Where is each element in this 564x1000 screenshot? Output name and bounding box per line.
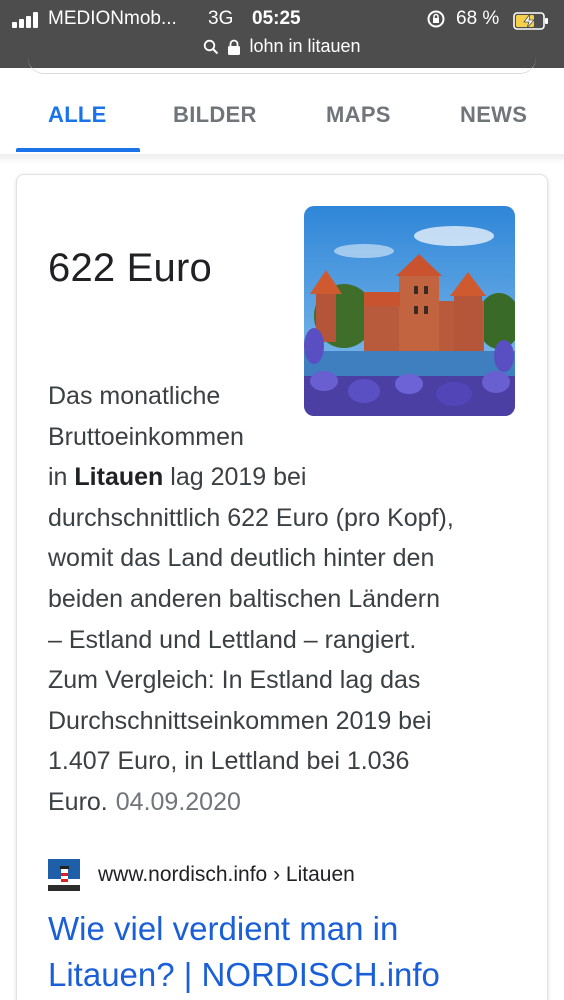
battery-charging-icon <box>513 12 548 30</box>
source-url: www.nordisch.info › Litauen <box>98 863 355 886</box>
tab-maps[interactable]: MAPS <box>326 102 391 128</box>
lighthouse-icon <box>48 859 80 891</box>
snippet-line: Zum Vergleich: In Estland lag das <box>48 666 421 695</box>
answer-snippet: Das monatliche Bruttoeinkommen in Litaue… <box>48 376 538 823</box>
tab-alle[interactable]: ALLE <box>48 102 107 128</box>
active-tab-indicator <box>16 148 140 152</box>
snippet-text: lag 2019 bei <box>163 463 307 492</box>
snippet-date: 04.09.2020 <box>115 787 241 816</box>
result-source[interactable]: www.nordisch.info › Litauen <box>48 858 355 892</box>
signal-icon <box>12 12 40 28</box>
tabs-divider <box>0 154 564 164</box>
rotation-lock-icon <box>427 10 445 28</box>
battery-percent: 68 % <box>456 8 500 29</box>
search-tabs: ALLE BILDER MAPS NEWS <box>0 72 564 154</box>
snippet-line: 1.407 Euro, in Lettland bei 1.036 <box>48 747 410 776</box>
snippet-line: – Estland und Lettland – rangiert. <box>48 625 417 654</box>
status-row: MEDIONmob... 3G 05:25 68 % <box>0 6 564 32</box>
answer-title: 622 Euro <box>48 246 212 290</box>
snippet-text: Euro. <box>48 787 108 816</box>
snippet-line: Bruttoeinkommen <box>48 422 244 451</box>
snippet-line: Das monatliche <box>48 382 221 410</box>
snippet-line: in Litauen lag 2019 bei <box>48 457 538 498</box>
search-icon <box>204 39 219 54</box>
snippet-highlight: Litauen <box>74 463 164 492</box>
result-title-line: Litauen? | NORDISCH.info <box>48 956 440 993</box>
snippet-line: womit das Land deutlich hinter den <box>48 544 435 573</box>
snippet-text: in <box>48 463 75 492</box>
address-bar[interactable]: lohn in litauen <box>0 36 564 60</box>
carrier-name: MEDIONmob... <box>48 8 177 29</box>
address-text: lohn in litauen <box>249 36 361 56</box>
snippet-line: durchschnittlich 622 Euro (pro Kopf), <box>48 503 454 532</box>
tab-bilder[interactable]: BILDER <box>173 102 257 128</box>
result-title-line: Wie viel verdient man in <box>48 910 399 947</box>
lock-icon <box>228 39 241 55</box>
snippet-line: Euro. 04.09.2020 <box>48 782 538 823</box>
network-type: 3G <box>208 8 234 29</box>
snippet-line: beiden anderen baltischen Ländern <box>48 584 440 613</box>
clock: 05:25 <box>252 8 301 29</box>
result-title-link[interactable]: Wie viel verdient man in Litauen? | NORD… <box>48 906 548 998</box>
snippet-line: Durchschnittseinkommen 2019 bei <box>48 706 432 735</box>
tab-news[interactable]: NEWS <box>460 102 527 128</box>
